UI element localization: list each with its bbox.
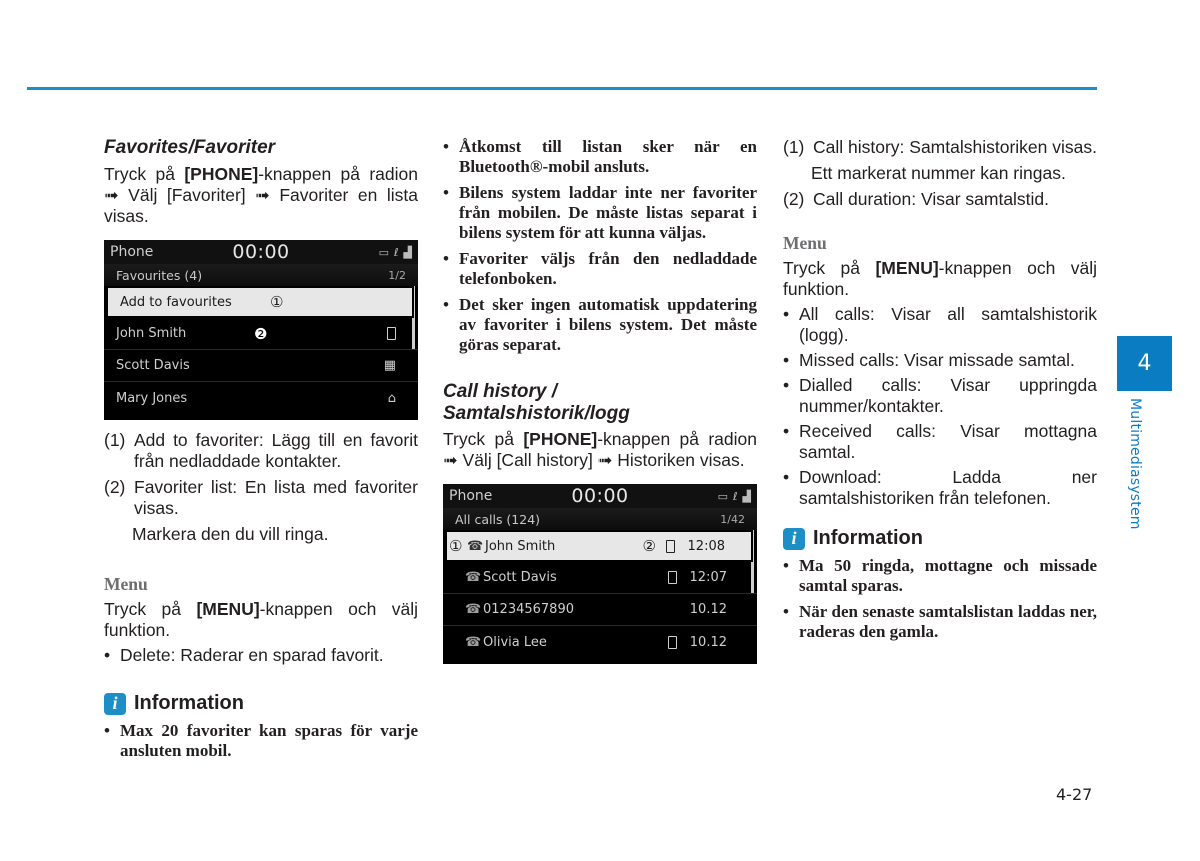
favourite-item[interactable]: Scott Davis ▦ [104,350,418,382]
legend-item: (1) Add to favoriter: Lägg till en favor… [104,430,418,471]
clock: 00:00 [571,485,629,507]
favorites-info-header: i Information [104,692,418,715]
page-indicator: 1/2 [388,268,406,282]
call-history-info-header: i Information [783,527,1097,550]
menu-item: • Dialled calls: Visar uppringda nummer/… [783,375,1097,416]
call-item[interactable]: ☎ 01234567890 10.12 [443,594,757,626]
call-history-info-list: • Ma 50 ringda, mottagne och missade sam… [783,556,1097,642]
column-favorites: Favorites/Favoriter Tryck på [PHONE]-kna… [104,137,418,767]
favourites-screen: Phone 00:00 ▭ ℓ ▟ Favourites (4) 1/2 Add… [104,240,418,420]
call-item[interactable]: ☎ Scott Davis 12:07 [443,562,757,594]
bluetooth-phone-icon: ℓ [393,245,399,259]
note-item: • Bilens system laddar inte ner favorite… [443,183,757,242]
call-time: 10.12 [689,634,727,650]
note-item: • Det sker ingen automatisk uppdatering … [443,295,757,354]
signal-icon: ▟ [742,489,751,503]
favorites-intro: Tryck på [PHONE]-knappen på radion ➟ Väl… [104,164,419,226]
legend-item: (2) Favoriter list: En lista med favorit… [104,477,418,518]
favourite-item[interactable]: John Smith ❷ [104,318,418,350]
legend-note: Markera den du vill ringa. [132,524,329,544]
list-header: All calls (124) 1/42 [443,508,757,530]
call-item[interactable]: ① ☎ John Smith ② 12:08 [445,530,753,562]
status-bar: Phone 00:00 ▭ ℓ ▟ [443,484,757,508]
signal-icon: ▟ [403,245,412,259]
call-time: 12:08 [687,538,725,554]
favorites-menu-intro: Tryck på [MENU]-knappen och välj funktio… [104,599,419,640]
info-item: • När den senaste samtalslistan laddas n… [783,602,1097,641]
note-item: • Favoriter väljs från den nedladdade te… [443,249,757,288]
favorites-info-list: • Max 20 favoriter kan sparas för varje … [104,721,418,761]
list-title: All calls (124) [455,511,541,527]
phone-key-label: [PHONE] [523,429,598,449]
incoming-call-icon: ☎ [465,602,482,617]
column-call-history: • Åtkomst till listan sker när en Blueto… [443,137,757,664]
column-call-history-details: (1) Call history: Samtalshistoriken visa… [783,137,1097,648]
call-time: 10.12 [689,602,727,617]
info-icon: i [104,692,126,715]
menu-item: • Download: Ladda ner samtalshistoriken … [783,467,1097,508]
call-history-intro: Tryck på [PHONE]-knappen på radion ➟ Väl… [443,429,758,470]
callout-2: ❷ [254,324,268,343]
callout-1: ① [270,293,284,311]
legend-note: Ett markerat nummer kan ringas. [811,163,1066,183]
menu-item: • All calls: Visar all samtalshistorik (… [783,304,1097,345]
status-icons: ▭ ℓ ▟ [718,490,751,503]
call-list: ① ☎ John Smith ② 12:08 ☎ Scott Davis 12:… [443,530,757,658]
home-icon: ⌂ [387,390,396,406]
legend-item: (2) Call duration: Visar samtalstid. [783,189,1050,209]
status-icons: ▭ ℓ ▟ [379,246,412,259]
bluetooth-phone-icon: ℓ [732,489,738,503]
call-history-heading: Call history / Samtalshistorik/logg [443,381,630,424]
favorites-legend: (1) Add to favoriter: Lägg till en favor… [104,430,418,545]
incoming-call-icon: ☎ [465,634,482,650]
battery-icon: ▭ [378,245,389,259]
list-header: Favourites (4) 1/2 [104,264,418,286]
call-item[interactable]: ☎ Olivia Lee 10.12 [443,626,757,658]
chapter-label: Multimediasystem [1127,398,1143,530]
call-time: 12:07 [689,570,727,585]
note-item: • Åtkomst till listan sker när en Blueto… [443,137,757,176]
phone-key-label: [PHONE] [184,164,259,184]
outgoing-call-icon: ☎ [467,538,484,554]
legend-item: (1) Call history: Samtalshistoriken visa… [783,137,1097,157]
outgoing-call-icon: ☎ [465,570,482,585]
call-history-screen: Phone 00:00 ▭ ℓ ▟ All calls (124) 1/42 ①… [443,484,757,664]
menu-item: • Missed calls: Visar missade samtal. [783,350,1075,370]
mobile-icon [668,571,677,584]
favorites-heading: Favorites/Favoriter [104,137,276,158]
battery-icon: ▭ [717,489,728,503]
call-history-menu-intro: Tryck på [MENU]-knappen och välj funktio… [783,258,1098,299]
favorites-menu-list: • Delete: Raderar en sparad favorit. [104,645,418,666]
list-title: Favourites (4) [116,267,203,283]
mobile-icon [387,327,396,340]
call-history-menu-heading: Menu [783,233,827,253]
call-history-legend: (1) Call history: Samtalshistoriken visa… [783,137,1097,210]
info-icon: i [783,527,805,550]
office-icon: ▦ [383,358,396,373]
page-number: 4-27 [1056,785,1093,804]
mobile-icon [666,539,675,553]
callout-2: ② [642,537,656,555]
mobile-icon [668,635,677,649]
favourites-list: Add to favourites ① John Smith ❷ Scott D… [104,286,418,414]
menu-item: • Received calls: Visar mottagna samtal. [783,421,1097,462]
status-bar: Phone 00:00 ▭ ℓ ▟ [104,240,418,264]
info-item: • Ma 50 ringda, mottagne och missade sam… [783,556,1097,595]
call-history-menu-list: • All calls: Visar all samtalshistorik (… [783,304,1097,509]
callout-1: ① [449,537,463,555]
page-indicator: 1/42 [720,512,745,526]
menu-item: • Delete: Raderar en sparad favorit. [104,645,384,665]
favorites-menu-heading: Menu [104,574,148,594]
header-rule [27,87,1097,90]
clock: 00:00 [232,241,290,263]
screen-title: Phone [449,488,493,504]
screen-title: Phone [110,244,154,260]
chapter-tab: 4 [1117,336,1172,391]
add-to-favourites-item[interactable]: Add to favourites ① [106,286,414,318]
info-item: • Max 20 favoriter kan sparas för varje … [104,721,418,760]
favourite-item[interactable]: Mary Jones ⌂ [104,382,418,414]
favorites-notes: • Åtkomst till listan sker när en Blueto… [443,137,757,355]
